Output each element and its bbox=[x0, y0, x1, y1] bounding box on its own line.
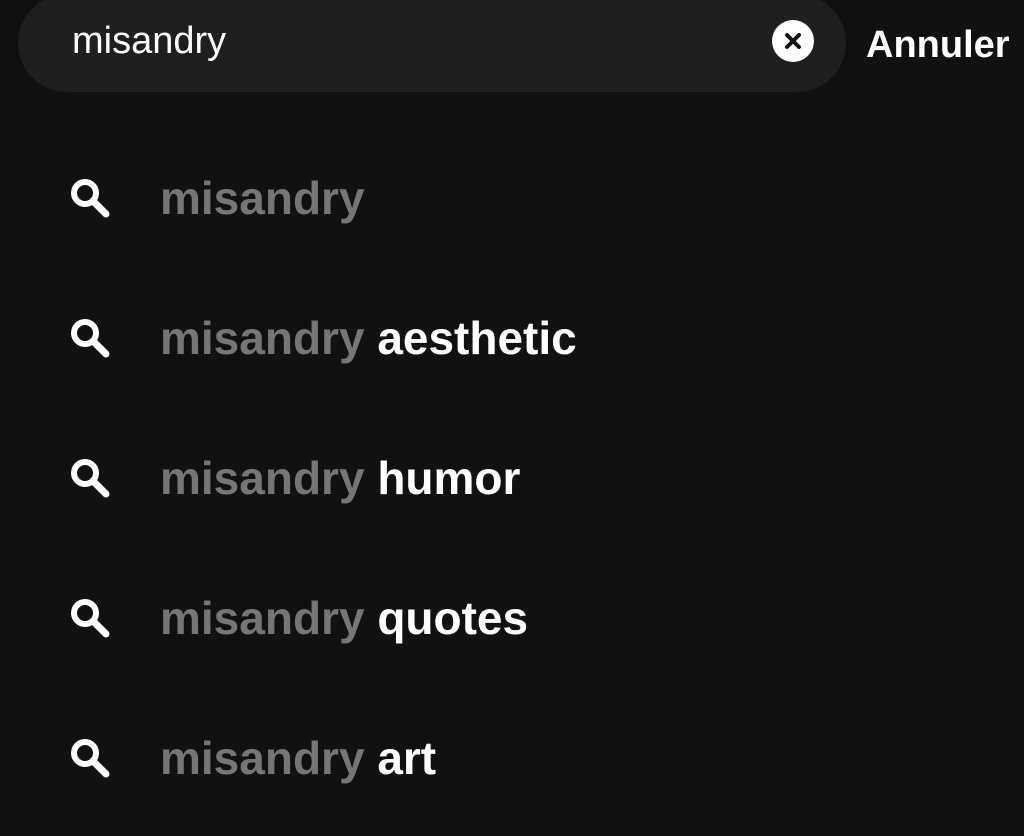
suggestion-text: misandry bbox=[160, 170, 365, 226]
cancel-button[interactable]: Annuler bbox=[866, 22, 1010, 68]
suggestion-query: misandry bbox=[160, 312, 365, 364]
search-icon bbox=[71, 179, 110, 218]
search-bar bbox=[18, 0, 846, 92]
suggestion-text: misandry aesthetic bbox=[160, 310, 577, 366]
suggestion-item[interactable]: misandry humor bbox=[0, 406, 1024, 546]
suggestion-completion: aesthetic bbox=[377, 312, 577, 364]
suggestion-query: misandry bbox=[160, 172, 365, 224]
suggestion-text: misandry humor bbox=[160, 450, 520, 506]
suggestion-item[interactable]: misandry bbox=[0, 126, 1024, 266]
search-icon bbox=[71, 739, 110, 778]
suggestion-list: misandry misandry aesthetic misandry hum… bbox=[0, 126, 1024, 826]
search-icon bbox=[71, 319, 110, 358]
search-input[interactable] bbox=[72, 16, 752, 66]
suggestion-completion: art bbox=[377, 732, 437, 784]
suggestion-completion: quotes bbox=[377, 592, 529, 644]
suggestion-item[interactable]: misandry art bbox=[0, 686, 1024, 826]
close-icon bbox=[785, 33, 801, 49]
search-icon bbox=[71, 459, 110, 498]
suggestion-query: misandry bbox=[160, 452, 365, 504]
suggestion-completion: humor bbox=[377, 452, 521, 504]
clear-search-button[interactable] bbox=[772, 20, 814, 62]
search-icon bbox=[71, 599, 110, 638]
suggestion-query: misandry bbox=[160, 592, 365, 644]
suggestion-item[interactable]: misandry quotes bbox=[0, 546, 1024, 686]
suggestion-item[interactable]: misandry aesthetic bbox=[0, 266, 1024, 406]
search-screen: Annuler misandry misandry aesthetic misa… bbox=[0, 0, 1024, 836]
suggestion-text: misandry quotes bbox=[160, 590, 528, 646]
suggestion-query: misandry bbox=[160, 732, 365, 784]
suggestion-text: misandry art bbox=[160, 730, 436, 786]
